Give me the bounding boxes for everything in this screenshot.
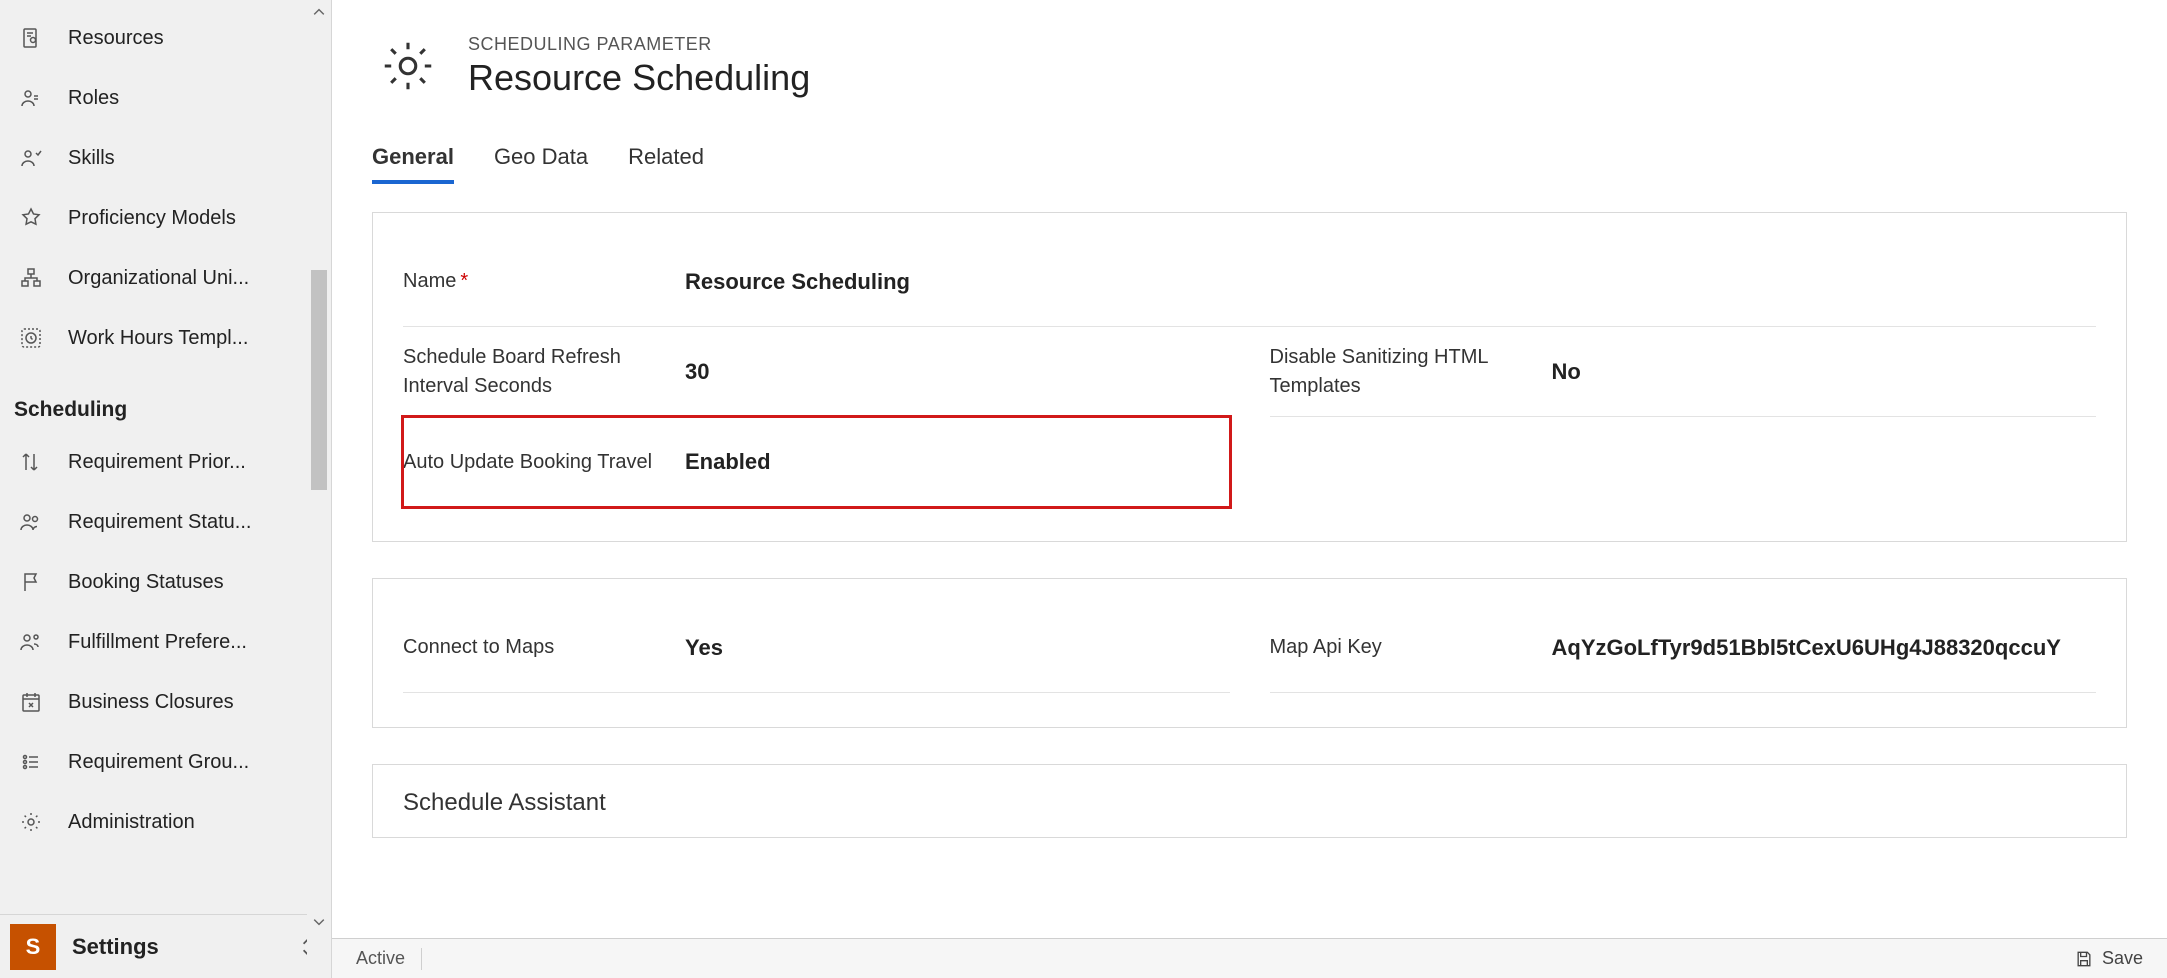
area-badge: S (10, 924, 56, 970)
sidebar-item-label: Requirement Statu... (68, 511, 251, 534)
sidebar-item-roles[interactable]: Roles (0, 68, 331, 128)
sidebar-item-proficiency-models[interactable]: Proficiency Models (0, 188, 331, 248)
gear-large-icon (372, 30, 444, 102)
field-name[interactable]: Name* Resource Scheduling (403, 237, 2096, 327)
field-label: Name* (403, 267, 665, 296)
field-label: Disable Sanitizing HTML Templates (1270, 343, 1532, 401)
tab-general[interactable]: General (372, 144, 454, 184)
sidebar-item-requirement-statuses[interactable]: Requirement Statu... (0, 492, 331, 552)
roles-icon (18, 85, 44, 111)
field-label: Schedule Board Refresh Interval Seconds (403, 343, 665, 401)
save-icon (2074, 949, 2094, 969)
maps-section-card: Connect to Maps Yes Map Api Key AqYzGoLf… (372, 578, 2127, 728)
area-switcher[interactable]: S Settings (0, 914, 331, 978)
entity-kind-label: SCHEDULING PARAMETER (468, 34, 810, 55)
general-section-card: Name* Resource Scheduling Schedule Board… (372, 212, 2127, 542)
save-label: Save (2102, 948, 2143, 969)
sidebar-item-label: Requirement Grou... (68, 751, 249, 774)
field-map-api-key[interactable]: Map Api Key AqYzGoLfTyr9d51Bbl5tCexU6UHg… (1270, 603, 2097, 693)
main-area: SCHEDULING PARAMETER Resource Scheduling… (332, 0, 2167, 978)
field-label: Connect to Maps (403, 633, 665, 662)
sidebar-item-label: Proficiency Models (68, 207, 236, 230)
sidebar-nav: Resources Roles Skills (0, 0, 332, 978)
field-disable-sanitizing[interactable]: Disable Sanitizing HTML Templates No (1270, 327, 2097, 417)
sidebar-item-organizational-units[interactable]: Organizational Uni... (0, 248, 331, 308)
sidebar-item-administration[interactable]: Administration (0, 792, 331, 852)
form-tabs: General Geo Data Related (372, 144, 2127, 184)
field-value[interactable]: AqYzGoLfTyr9d51Bbl5tCexU6UHg4J88320qccuY (1532, 635, 2097, 661)
status-people-icon (18, 509, 44, 535)
record-state: Active (356, 948, 405, 969)
sidebar-item-label: Fulfillment Prefere... (68, 631, 247, 654)
sidebar-item-label: Work Hours Templ... (68, 327, 248, 350)
sidebar-item-business-closures[interactable]: Business Closures (0, 672, 331, 732)
sidebar-item-label: Booking Statuses (68, 571, 224, 594)
sidebar-item-label: Resources (68, 27, 164, 50)
field-value[interactable]: No (1532, 359, 2097, 385)
field-label: Auto Update Booking Travel (403, 448, 665, 477)
sidebar-item-requirement-priorities[interactable]: Requirement Prior... (0, 432, 331, 492)
sidebar-item-label: Organizational Uni... (68, 267, 249, 290)
area-name: Settings (72, 934, 285, 960)
scroll-thumb[interactable] (311, 270, 327, 490)
sidebar-item-skills[interactable]: Skills (0, 128, 331, 188)
star-icon (18, 205, 44, 231)
sidebar-section-scheduling: Scheduling (0, 368, 331, 432)
schedule-assistant-card: Schedule Assistant (372, 764, 2127, 838)
status-bar: Active Save (332, 938, 2167, 978)
clock-template-icon (18, 325, 44, 351)
sidebar-item-label: Skills (68, 147, 115, 170)
field-value[interactable]: Yes (665, 635, 1230, 661)
resources-icon (18, 25, 44, 51)
sidebar-item-label: Administration (68, 811, 195, 834)
field-value[interactable]: Resource Scheduling (665, 269, 2096, 295)
sidebar-item-work-hours-templates[interactable]: Work Hours Templ... (0, 308, 331, 368)
field-auto-update-booking-travel[interactable]: Auto Update Booking Travel Enabled (403, 417, 1230, 507)
list-icon (18, 749, 44, 775)
sidebar-item-label: Roles (68, 87, 119, 110)
calendar-x-icon (18, 689, 44, 715)
entity-title: Resource Scheduling (468, 57, 810, 99)
org-icon (18, 265, 44, 291)
tab-geo-data[interactable]: Geo Data (494, 144, 588, 184)
scroll-down-icon[interactable] (307, 910, 331, 934)
sidebar-item-booking-statuses[interactable]: Booking Statuses (0, 552, 331, 612)
sidebar-item-resources[interactable]: Resources (0, 8, 331, 68)
sidebar-item-fulfillment-preferences[interactable]: Fulfillment Prefere... (0, 612, 331, 672)
sidebar-scrollbar[interactable] (307, 0, 331, 978)
scroll-up-icon[interactable] (307, 0, 331, 24)
people-pref-icon (18, 629, 44, 655)
save-button[interactable]: Save (2074, 948, 2143, 969)
priority-icon (18, 449, 44, 475)
gear-icon (18, 809, 44, 835)
section-title: Schedule Assistant (403, 783, 2096, 817)
field-connect-to-maps[interactable]: Connect to Maps Yes (403, 603, 1230, 693)
field-refresh-interval[interactable]: Schedule Board Refresh Interval Seconds … (403, 327, 1230, 417)
skills-icon (18, 145, 44, 171)
form-header: SCHEDULING PARAMETER Resource Scheduling (372, 30, 2127, 102)
status-separator (421, 948, 422, 970)
sidebar-item-label: Requirement Prior... (68, 451, 246, 474)
field-label: Map Api Key (1270, 633, 1532, 662)
sidebar-item-label: Business Closures (68, 691, 234, 714)
field-value[interactable]: 30 (665, 359, 1230, 385)
field-value[interactable]: Enabled (665, 449, 1230, 475)
sidebar-item-requirement-groups[interactable]: Requirement Grou... (0, 732, 331, 792)
flag-icon (18, 569, 44, 595)
field-empty (1270, 417, 2097, 507)
required-asterisk: * (460, 270, 468, 292)
tab-related[interactable]: Related (628, 144, 704, 184)
